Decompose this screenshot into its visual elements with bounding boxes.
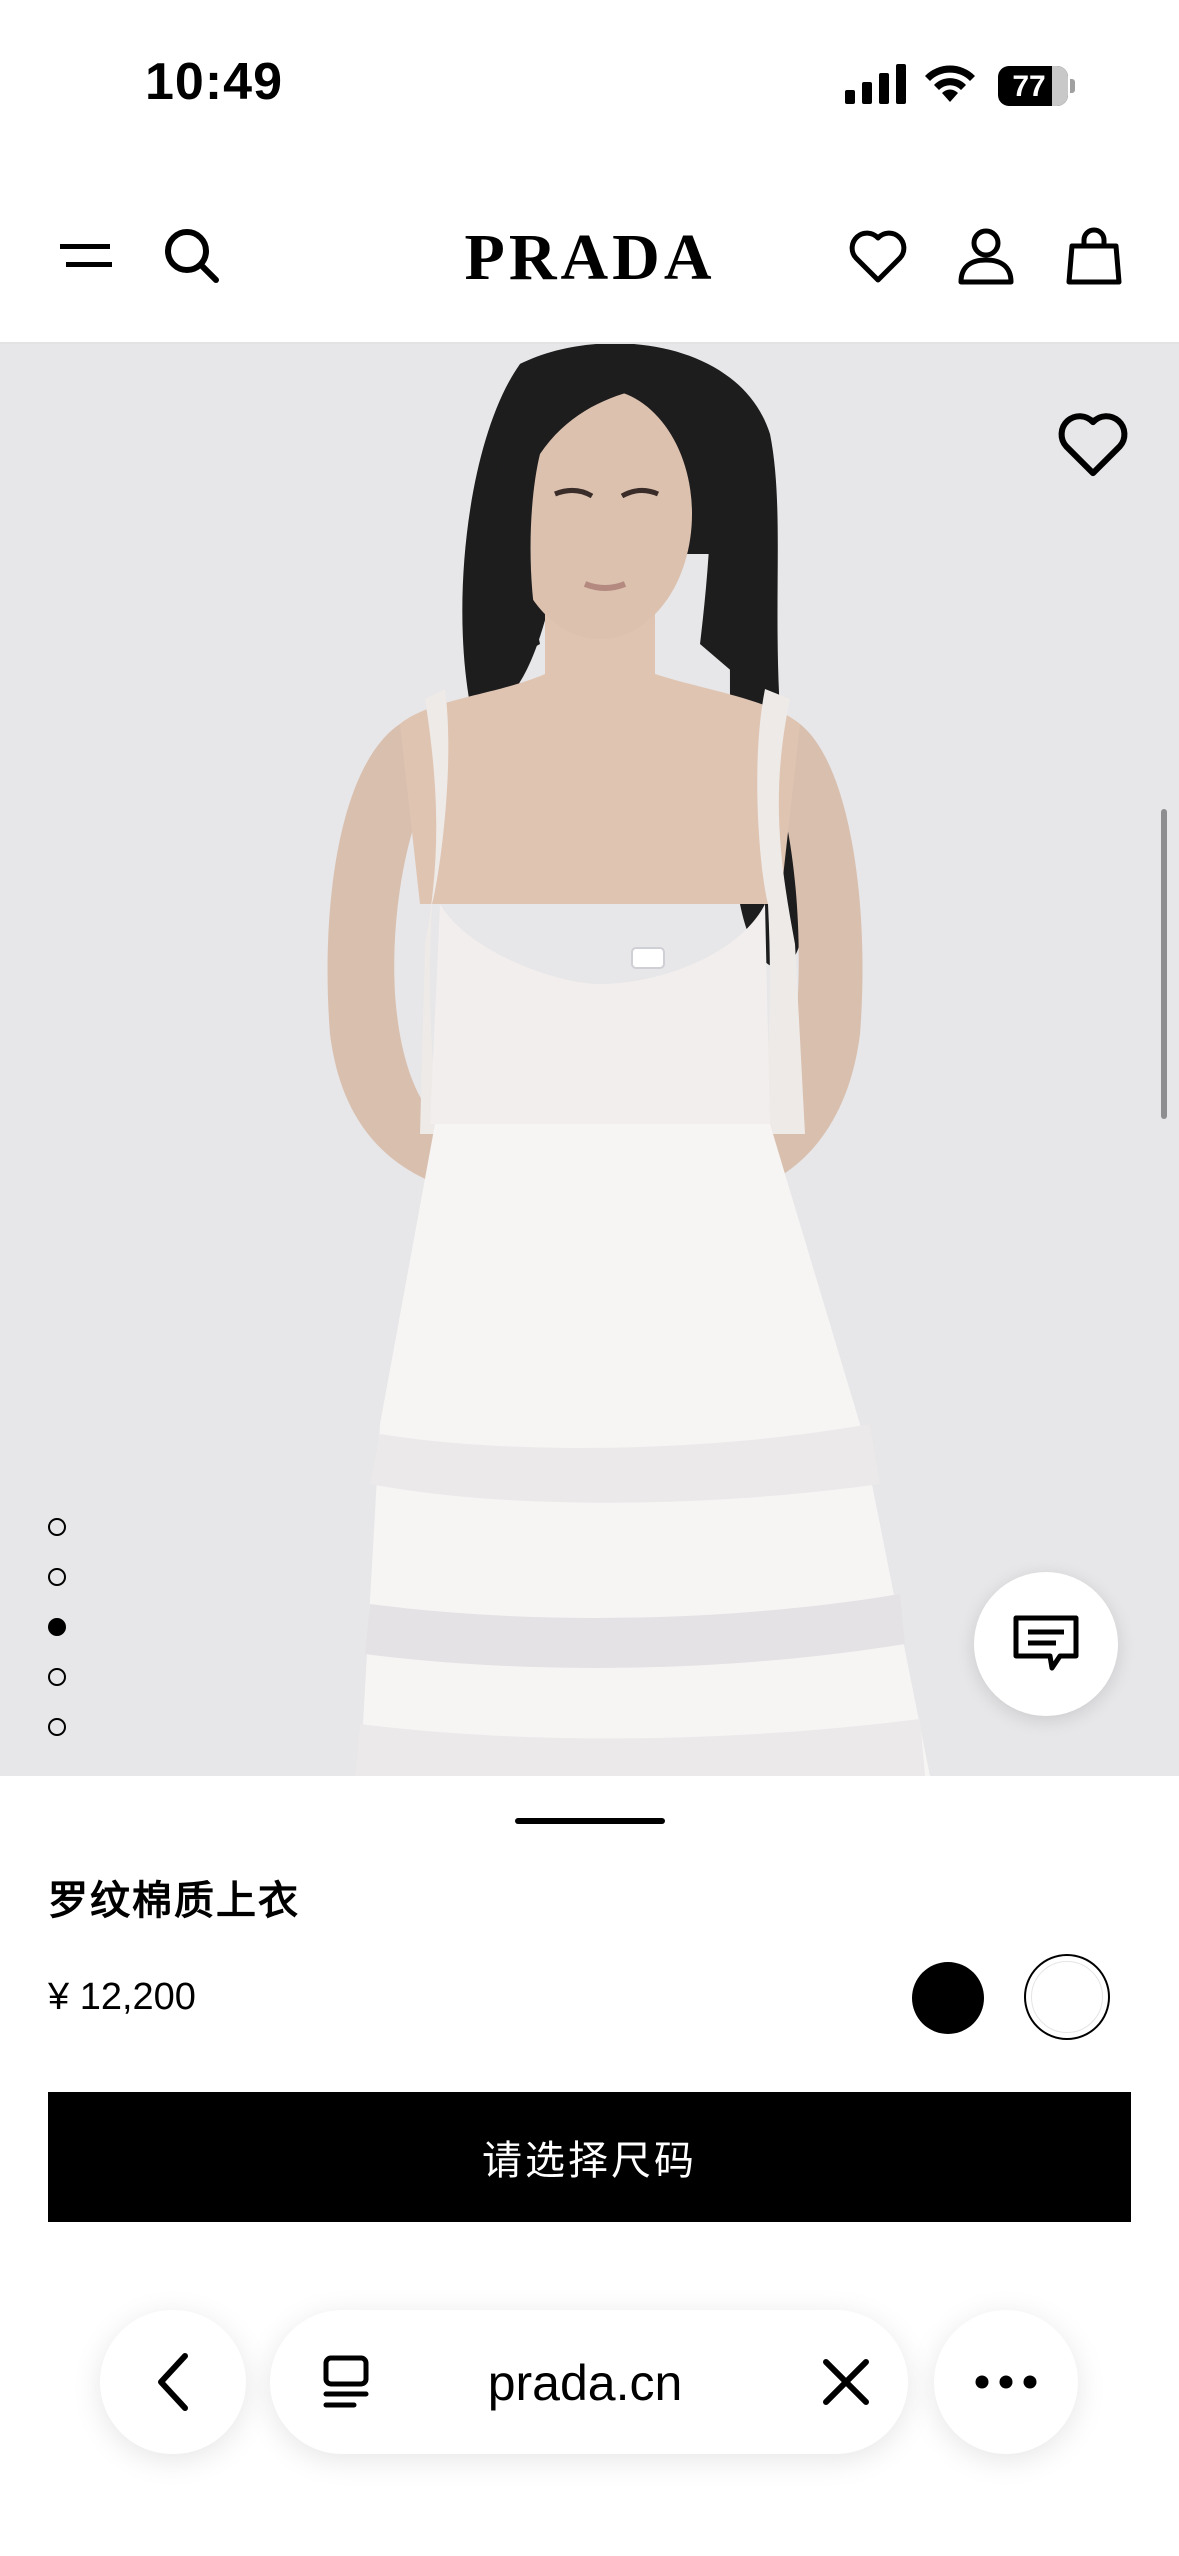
battery-indicator: 77 (998, 66, 1076, 106)
product-image[interactable] (0, 344, 1179, 1776)
shopping-bag-icon (1066, 227, 1122, 285)
site-header: PRADA (0, 170, 1179, 344)
product-price: ¥ 12,200 (48, 1976, 196, 2018)
heart-icon (849, 230, 907, 283)
page-menu-icon[interactable] (318, 2352, 378, 2412)
carousel-dot[interactable] (48, 1518, 66, 1536)
ellipsis-icon (975, 2375, 1037, 2389)
battery-level: 77 (1012, 70, 1046, 103)
back-button[interactable] (100, 2310, 246, 2454)
select-size-button[interactable]: 请选择尺码 (48, 2092, 1131, 2222)
status-bar: 10:49 77 (0, 0, 1179, 170)
chat-icon (1013, 1615, 1079, 1671)
carousel-dots[interactable] (48, 1518, 68, 1768)
status-time: 10:49 (145, 53, 283, 111)
menu-button[interactable] (50, 220, 122, 292)
chat-button[interactable] (974, 1572, 1118, 1716)
carousel-dot[interactable] (48, 1618, 66, 1636)
product-name: 罗纹棉质上衣 (48, 1879, 300, 1923)
carousel-dot[interactable] (48, 1668, 66, 1686)
close-icon[interactable] (818, 2354, 874, 2410)
carousel-dot[interactable] (48, 1568, 66, 1586)
user-icon (958, 228, 1014, 285)
url-text[interactable]: prada.cn (485, 2354, 685, 2412)
color-swatch-white[interactable] (1024, 1954, 1110, 2040)
model-photo (327, 344, 930, 1776)
wifi-icon (925, 65, 975, 102)
brand-logo[interactable]: PRADA (430, 222, 750, 294)
menu-icon (60, 244, 112, 267)
account-button[interactable] (950, 220, 1022, 292)
cart-button[interactable] (1058, 220, 1130, 292)
chevron-left-icon (158, 2353, 188, 2411)
carousel-dot[interactable] (48, 1718, 66, 1736)
color-swatch-black[interactable] (912, 1962, 984, 2034)
sheet-grabber[interactable] (515, 1818, 665, 1824)
wishlist-button[interactable] (842, 220, 914, 292)
search-icon (165, 229, 219, 283)
more-options-button[interactable] (934, 2310, 1078, 2454)
address-bar[interactable]: prada.cn (270, 2310, 908, 2454)
search-button[interactable] (156, 220, 228, 292)
scroll-indicator (1161, 809, 1167, 1119)
cellular-signal-icon (845, 64, 906, 104)
add-to-wishlist-icon[interactable] (1056, 410, 1130, 478)
